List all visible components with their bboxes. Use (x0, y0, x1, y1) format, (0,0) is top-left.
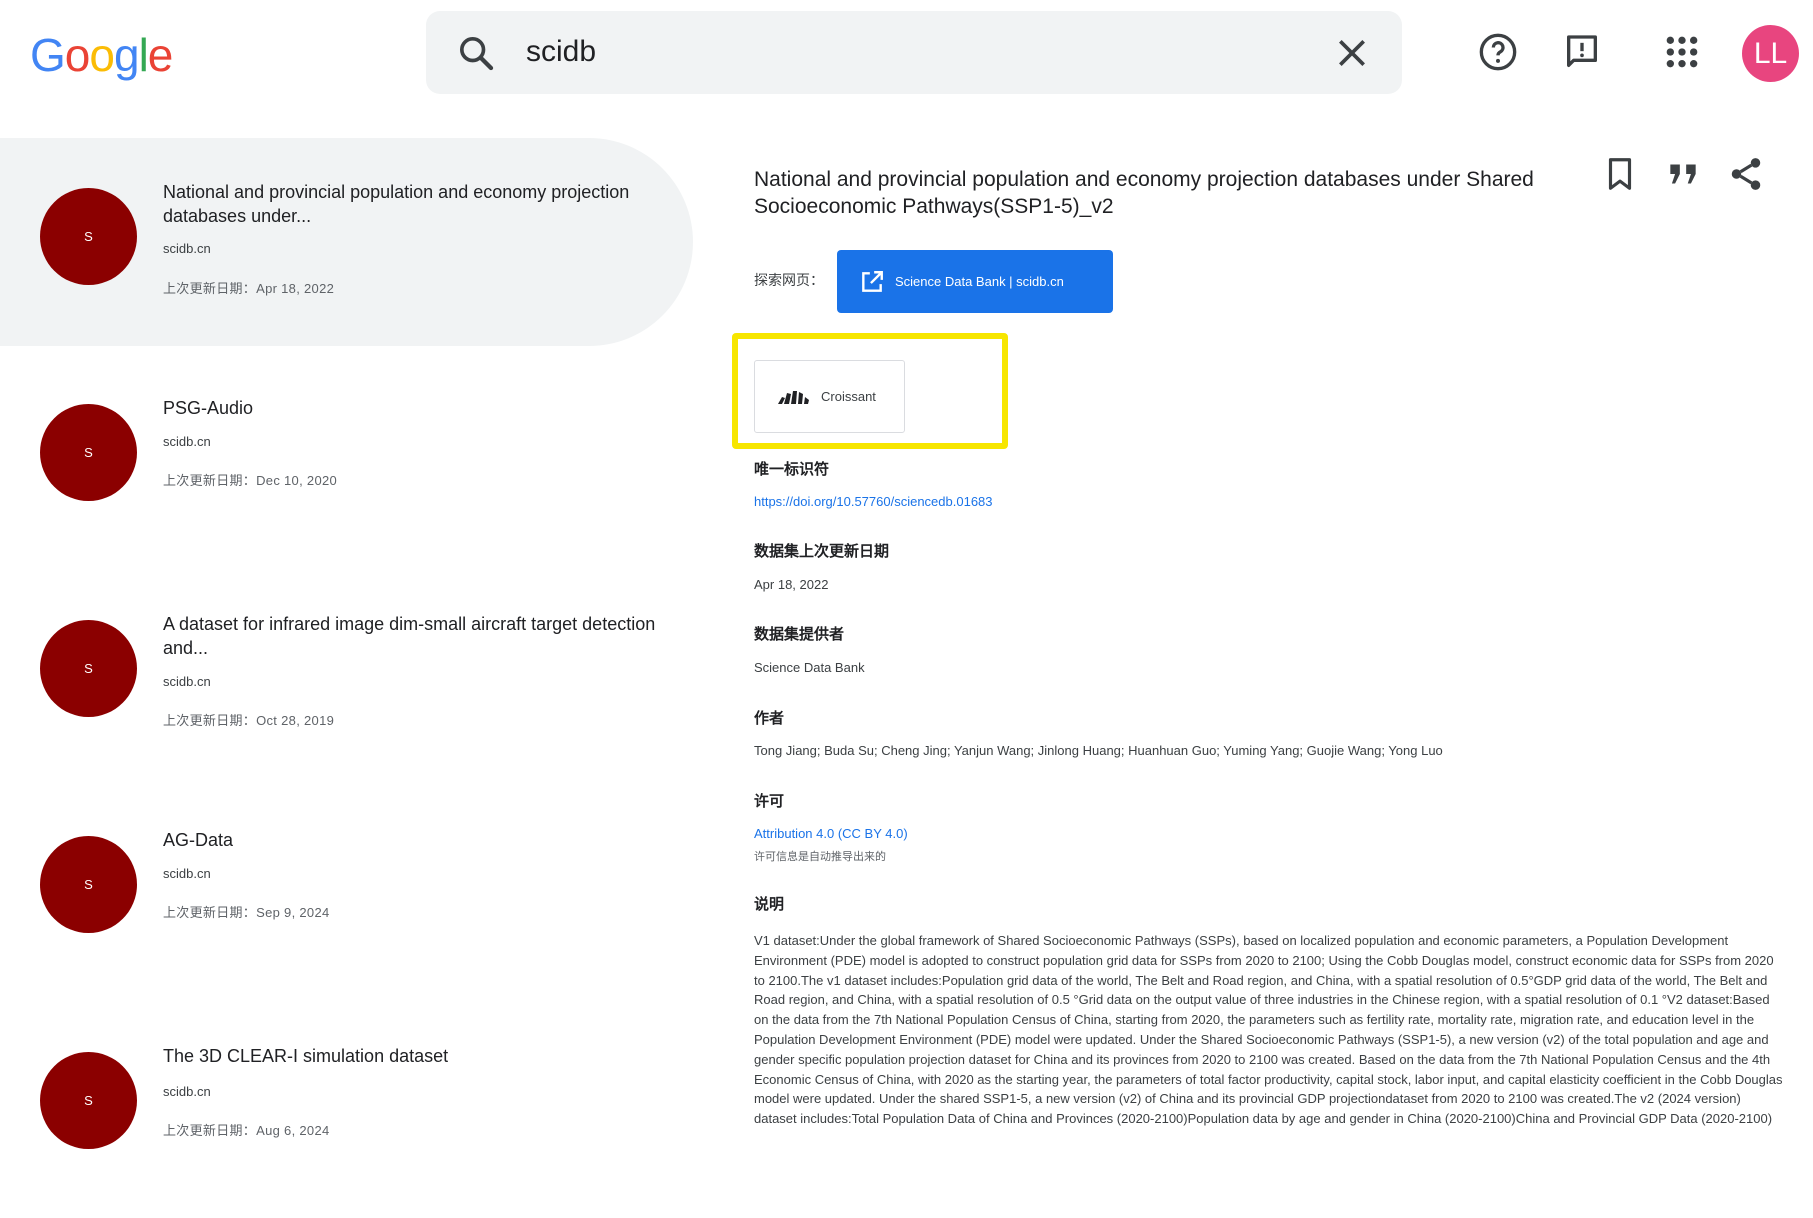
result-item[interactable]: S PSG-Audio scidb.cn 上次更新日期：Dec 10, 2020 (0, 354, 693, 562)
result-title[interactable]: The 3D CLEAR-I simulation dataset (163, 1044, 663, 1068)
top-bar: Google LL (0, 0, 1813, 110)
logo-letter: o (89, 29, 115, 81)
result-item[interactable]: S A dataset for infrared image dim-small… (0, 570, 693, 778)
license-note: 许可信息是自动推导出来的 (754, 851, 886, 863)
doi-link[interactable]: https://doi.org/10.57760/sciencedb.01683 (754, 494, 993, 509)
result-site: scidb.cn (163, 674, 211, 689)
croissant-icon (778, 390, 809, 404)
result-title[interactable]: PSG-Audio (163, 396, 663, 420)
result-date: 上次更新日期：Oct 28, 2019 (163, 713, 335, 728)
google-logo[interactable]: Google (30, 28, 174, 82)
provider-value: Science Data Bank (754, 660, 865, 675)
croissant-label: Croissant (821, 389, 876, 404)
description-text: V1 dataset:Under the global framework of… (754, 933, 1783, 1127)
authors-heading: 作者 (754, 710, 785, 727)
search-icon[interactable] (456, 33, 496, 73)
search-box[interactable] (426, 11, 1402, 94)
result-avatar: S (40, 404, 137, 501)
apps-icon[interactable] (1662, 32, 1702, 72)
license-heading: 许可 (754, 793, 785, 810)
result-date: 上次更新日期：Apr 18, 2022 (163, 281, 335, 296)
logo-letter: l (138, 29, 149, 81)
bookmark-icon[interactable] (1601, 155, 1639, 193)
logo-letter: G (30, 29, 66, 81)
provider-heading: 数据集提供者 (754, 626, 845, 643)
result-site: scidb.cn (163, 434, 211, 449)
clear-icon[interactable] (1332, 33, 1372, 73)
result-site: scidb.cn (163, 1084, 211, 1099)
explore-label: 探索网页： (754, 272, 824, 288)
updated-value: Apr 18, 2022 (754, 577, 829, 592)
result-title[interactable]: AG-Data (163, 828, 663, 852)
result-item[interactable]: S National and provincial population and… (0, 138, 693, 346)
cite-icon[interactable] (1664, 155, 1702, 193)
result-date: 上次更新日期：Dec 10, 2020 (163, 473, 338, 488)
result-avatar: S (40, 836, 137, 933)
result-item[interactable]: S AG-Data scidb.cn 上次更新日期：Sep 9, 2024 (0, 786, 693, 994)
account-avatar[interactable]: LL (1742, 25, 1799, 82)
updated-heading: 数据集上次更新日期 (754, 543, 890, 560)
logo-letter: o (64, 29, 91, 81)
search-input[interactable] (526, 29, 1306, 75)
result-site: scidb.cn (163, 241, 211, 256)
description-heading: 说明 (754, 896, 785, 913)
result-date: 上次更新日期：Aug 6, 2024 (163, 1123, 330, 1138)
share-icon[interactable] (1727, 155, 1765, 193)
explore-button-label: Science Data Bank | scidb.cn (895, 274, 1064, 289)
explore-website-button[interactable]: Science Data Bank | scidb.cn (837, 250, 1113, 313)
help-icon[interactable] (1478, 32, 1518, 72)
logo-letter: e (147, 29, 174, 81)
result-avatar: S (40, 188, 137, 285)
result-title[interactable]: National and provincial population and e… (163, 180, 663, 228)
result-avatar: S (40, 1052, 137, 1149)
result-item[interactable]: S The 3D CLEAR-I simulation dataset scid… (0, 1002, 693, 1210)
feedback-icon[interactable] (1562, 32, 1602, 72)
result-title[interactable]: A dataset for infrared image dim-small a… (163, 612, 663, 660)
result-site: scidb.cn (163, 866, 211, 881)
authors-value: Tong Jiang; Buda Su; Cheng Jing; Yanjun … (754, 743, 1443, 758)
result-avatar: S (40, 620, 137, 717)
dataset-title: National and provincial population and e… (754, 168, 1534, 218)
result-date: 上次更新日期：Sep 9, 2024 (163, 905, 330, 920)
croissant-button[interactable]: Croissant (754, 360, 905, 433)
open-in-new-icon (862, 270, 883, 292)
identifier-heading: 唯一标识符 (754, 461, 830, 478)
license-link[interactable]: Attribution 4.0 (CC BY 4.0) (754, 826, 908, 841)
logo-letter: g (113, 29, 140, 81)
